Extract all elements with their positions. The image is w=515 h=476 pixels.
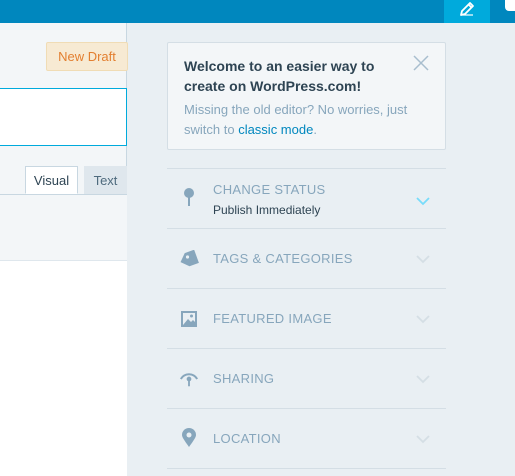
post-title-input[interactable] — [0, 88, 127, 146]
accordion-tags-categories[interactable]: TAGS & CATEGORIES — [167, 228, 446, 288]
share-icon — [179, 369, 199, 389]
pin-icon — [179, 187, 199, 207]
post-content-area[interactable] — [0, 261, 127, 476]
welcome-message: Missing the old editor? No worries, just… — [184, 100, 424, 140]
accordion-title: LOCATION — [213, 431, 281, 446]
new-draft-button[interactable]: New Draft — [46, 42, 128, 71]
accordion-change-status[interactable]: CHANGE STATUS Publish Immediately — [167, 168, 446, 228]
accordion-location[interactable]: LOCATION — [167, 408, 446, 468]
accordion-title: SHARING — [213, 371, 275, 386]
accordion-sharing[interactable]: SHARING — [167, 348, 446, 408]
accordion-title: TAGS & CATEGORIES — [213, 251, 353, 266]
tag-icon — [179, 249, 199, 269]
editor-toolbar — [0, 194, 127, 261]
chevron-down-icon — [415, 311, 431, 327]
close-notice-button[interactable] — [411, 54, 431, 76]
welcome-title: Welcome to an easier way to create on Wo… — [184, 58, 375, 94]
accordion-title: CHANGE STATUS — [213, 182, 326, 197]
tab-text[interactable]: Text — [84, 166, 127, 194]
accordion-title: FEATURED IMAGE — [213, 311, 332, 326]
status-value: Publish Immediately — [213, 203, 321, 217]
location-icon — [179, 428, 199, 448]
masterbar — [0, 0, 515, 23]
tab-visual[interactable]: Visual — [25, 166, 78, 194]
chevron-down-icon — [415, 431, 431, 447]
welcome-notice: Welcome to an easier way to create on Wo… — [167, 42, 446, 150]
close-icon — [413, 54, 429, 76]
pencil-icon — [458, 0, 476, 23]
divider — [167, 468, 446, 469]
user-avatar-corner[interactable] — [505, 0, 515, 11]
chevron-down-icon — [415, 371, 431, 387]
classic-mode-link[interactable]: classic mode — [238, 122, 313, 137]
chevron-down-icon — [415, 251, 431, 267]
write-post-button[interactable] — [444, 0, 490, 23]
image-icon — [179, 309, 199, 329]
welcome-message-end: . — [313, 122, 317, 137]
accordion-featured-image[interactable]: FEATURED IMAGE — [167, 288, 446, 348]
chevron-down-icon — [415, 193, 431, 209]
